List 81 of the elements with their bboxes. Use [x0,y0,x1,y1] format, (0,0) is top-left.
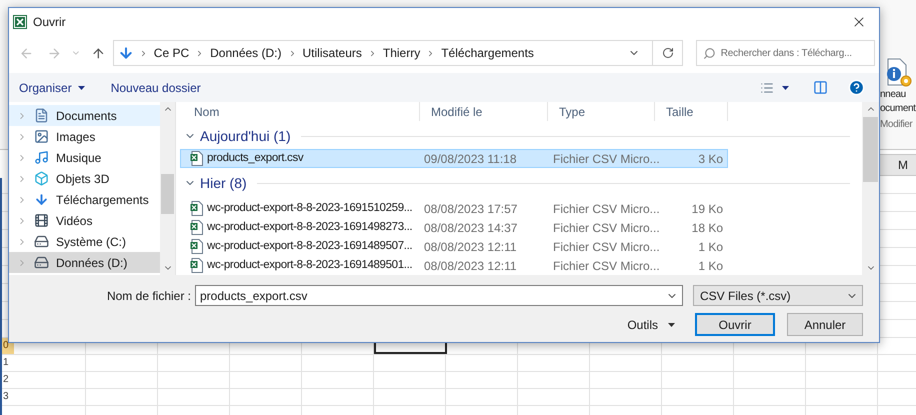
breadcrumb-item[interactable]: Téléchargements [440,44,535,62]
column-header[interactable]: M [880,154,916,176]
file-row[interactable]: wc-product-export-8-8-2023-1691489501... 08/08/2023 12:11 Fichier CSV Micro... 1 Ko [180,256,728,275]
document-settings-icon[interactable] [884,58,914,88]
address-bar[interactable]: Ce PC Données (D:) Utilisateurs Thierry Téléchargements [112,40,684,66]
sidebar-item[interactable]: Musique [9,147,160,168]
image-icon [34,129,49,144]
dropdown-arrow-icon [78,86,85,90]
column-header[interactable]: Taille [655,102,728,121]
spreadsheet-file-icon [190,220,203,235]
modified-date: 08/08/2023 12:11 [423,238,518,256]
filename-combo-box[interactable]: products_export.csv [195,285,683,306]
dropdown-arrow-icon[interactable] [782,86,789,90]
breadcrumb-item[interactable]: Utilisateurs [302,44,363,62]
column-header[interactable]: Type [548,102,655,121]
spreadsheet-file-icon [190,151,203,166]
ribbon-label: Modifier [880,118,914,132]
open-button[interactable]: Ouvrir [695,313,775,336]
sidebar-item[interactable]: Objets 3D [9,168,160,189]
up-arrow-icon[interactable] [91,46,106,60]
view-list-icon[interactable] [760,80,774,94]
spreadsheet-icon [13,15,27,29]
ribbon-label: ocument [880,102,916,116]
file-row[interactable]: products_export.csv 09/08/2023 11:18 Fichier CSV Micro... 3 Ko [180,149,728,168]
file-name: wc-product-export-8-8-2023-1691489507... [207,238,412,254]
document-icon [34,108,49,123]
search-box[interactable]: Rechercher dans : Télécharg... [696,40,876,66]
file-row[interactable]: wc-product-export-8-8-2023-1691489507... 08/08/2023 12:11 Fichier CSV Micro... 1 Ko [180,237,728,256]
breadcrumb-item[interactable]: Ce PC [152,44,190,62]
group-heading: Aujourd'hui (1) [200,126,291,146]
modified-date: 08/08/2023 14:37 [423,220,518,236]
scroll-thumb[interactable] [863,117,878,182]
window-title: Ouvrir [33,14,66,31]
search-field[interactable]: Rechercher dans : Télécharg... [720,46,874,60]
drive-icon [34,255,49,270]
modified-date: 09/08/2023 11:18 [423,150,518,168]
file-name: wc-product-export-8-8-2023-1691489501... [207,258,412,273]
drive-icon [34,234,49,249]
sidebar-item[interactable]: Images [9,126,160,147]
column-header[interactable]: Nom [180,102,420,121]
dropdown-arrow-icon [668,322,675,326]
sidebar-item[interactable]: Système (C:) [9,231,160,252]
scroll-thumb[interactable] [161,174,174,214]
modified-date: 08/08/2023 12:11 [423,258,518,274]
new-folder-button[interactable]: Nouveau dossier [110,78,201,96]
organize-menu-button[interactable]: Organiser [19,78,85,96]
file-row[interactable]: wc-product-export-8-8-2023-1691510259... 08/08/2023 17:57 Fichier CSV Micro... 19 Ko [180,199,728,218]
scrollbar[interactable] [160,102,175,275]
row-number[interactable]: 1 [2,355,14,371]
preview-pane-icon[interactable] [813,80,828,95]
spreadsheet-file-icon [190,239,203,254]
sidebar-item[interactable]: Vidéos [9,210,160,231]
row-number[interactable]: 3 [2,389,14,405]
film-icon [34,213,49,228]
file-name: products_export.csv [207,150,304,166]
sidebar-item[interactable]: Documents [9,105,160,126]
search-icon [703,46,716,60]
modified-date: 08/08/2023 17:57 [423,200,518,218]
music-note-icon [34,150,49,165]
help-icon[interactable] [848,79,865,96]
file-name: wc-product-export-8-8-2023-1691510259... [207,200,412,216]
ribbon-label: nneau [880,88,907,102]
filename-label: Nom de fichier : [106,288,191,304]
column-header[interactable]: Modifié le [420,102,548,121]
sidebar-item[interactable]: Téléchargements [9,189,160,210]
sidebar-item[interactable]: Données (D:) [9,252,160,273]
breadcrumb-item[interactable]: Données (D:) [209,44,283,62]
scrollbar[interactable] [862,102,879,275]
download-arrow-icon [34,192,49,207]
file-name: wc-product-export-8-8-2023-1691498273... [207,220,412,235]
tools-menu-button[interactable]: Outils [619,313,683,336]
refresh-icon[interactable] [662,47,674,59]
cube-icon [34,171,49,186]
filename-field[interactable]: products_export.csv [200,286,662,304]
file-type-select[interactable]: CSV Files (*.csv) [693,285,863,306]
row-number[interactable]: 2 [2,372,14,388]
breadcrumb-item[interactable]: Thierry [382,44,422,62]
file-row[interactable]: wc-product-export-8-8-2023-1691498273... 08/08/2023 14:37 Fichier CSV Micro... 18 Ko [180,218,728,237]
group-heading: Hier (8) [200,174,247,193]
spreadsheet-file-icon [190,201,203,216]
cancel-button[interactable]: Annuler [787,313,863,336]
